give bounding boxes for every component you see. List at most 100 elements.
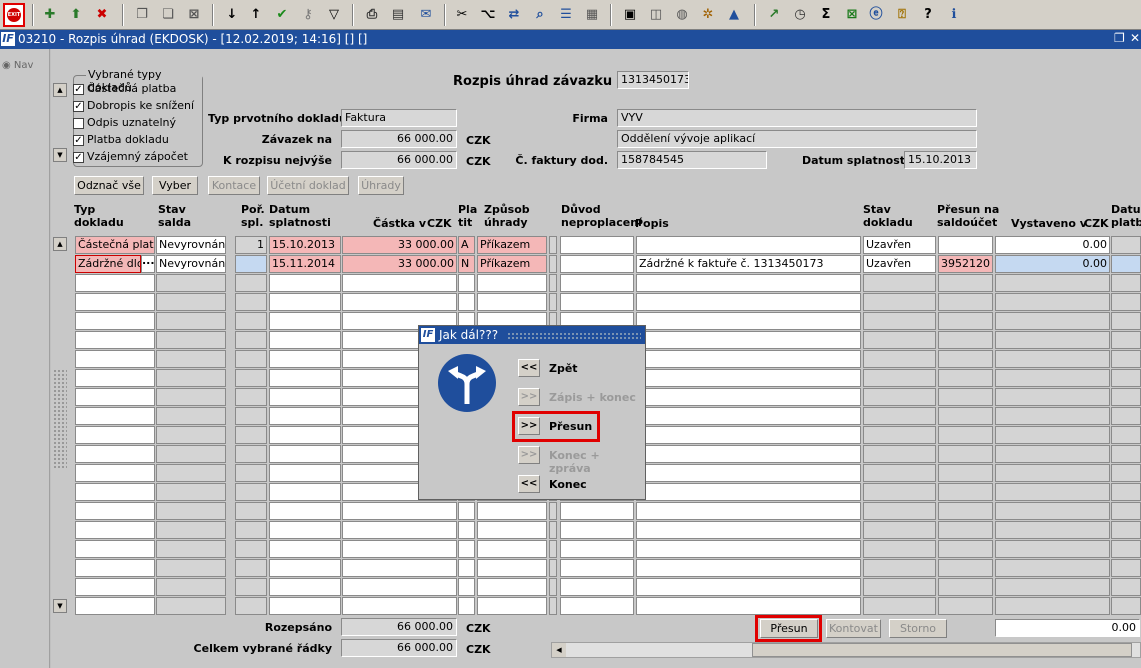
settings-icon[interactable]: ✲ — [698, 5, 718, 25]
grid-empty-cell[interactable] — [636, 312, 861, 330]
grid-empty-cell[interactable] — [863, 559, 936, 577]
grid-empty-cell[interactable] — [1111, 426, 1141, 444]
grid-empty-cell[interactable] — [1111, 502, 1141, 520]
grid-empty-cell[interactable] — [269, 597, 341, 615]
grid-empty-cell[interactable] — [269, 274, 341, 292]
grid-empty-cell[interactable] — [938, 559, 993, 577]
grid-empty-cell[interactable] — [549, 274, 557, 292]
list-icon[interactable]: ☰ — [556, 5, 576, 25]
grid-empty-cell[interactable] — [1111, 483, 1141, 501]
grid-empty-cell[interactable] — [863, 293, 936, 311]
restore-icon[interactable]: ❐ — [1114, 31, 1125, 45]
grid-empty-cell[interactable] — [156, 502, 226, 520]
grid-empty-cell[interactable] — [863, 312, 936, 330]
grid-empty-cell[interactable] — [863, 540, 936, 558]
grid-empty-cell[interactable] — [342, 521, 457, 539]
row1-presun[interactable] — [938, 236, 993, 254]
grid-empty-cell[interactable] — [269, 407, 341, 425]
grid-empty-cell[interactable] — [938, 312, 993, 330]
grid-scroll-down-icon[interactable]: ▼ — [53, 599, 67, 613]
grid-empty-cell[interactable] — [269, 350, 341, 368]
grid-empty-cell[interactable] — [477, 274, 547, 292]
horizontal-scrollbar[interactable]: ◀ — [551, 642, 1141, 658]
grid-empty-cell[interactable] — [863, 388, 936, 406]
grid-empty-cell[interactable] — [863, 502, 936, 520]
checkbox-castecna-platba[interactable]: ✓ Částečná platba — [73, 82, 176, 98]
grid-empty-cell[interactable] — [235, 578, 267, 596]
row1-datum-platby[interactable] — [1111, 236, 1141, 254]
calendar-icon[interactable]: ▣ — [620, 5, 640, 25]
row1-por[interactable]: 1 — [235, 236, 267, 254]
grid-empty-cell[interactable] — [549, 293, 557, 311]
grid-empty-cell[interactable] — [636, 578, 861, 596]
grid-empty-cell[interactable] — [1111, 597, 1141, 615]
grid-empty-cell[interactable] — [269, 293, 341, 311]
grid-empty-cell[interactable] — [636, 464, 861, 482]
grid-empty-cell[interactable] — [636, 597, 861, 615]
grid-empty-cell[interactable] — [560, 502, 634, 520]
grid-empty-cell[interactable] — [458, 274, 475, 292]
checkbox-platba-dokladu[interactable]: ✓ Platba dokladu — [73, 133, 169, 149]
close-icon[interactable]: ✕ — [1130, 31, 1140, 45]
grid-empty-cell[interactable] — [560, 540, 634, 558]
checkbox-box[interactable]: ✓ — [73, 134, 84, 146]
grid-empty-cell[interactable] — [156, 483, 226, 501]
grid-empty-cell[interactable] — [863, 407, 936, 425]
grid-empty-cell[interactable] — [235, 483, 267, 501]
konec-zprava-button[interactable]: >> — [518, 446, 540, 464]
zapis-konec-button[interactable]: >> — [518, 388, 540, 406]
grid-empty-cell[interactable] — [549, 597, 557, 615]
grid-empty-cell[interactable] — [995, 274, 1110, 292]
duplicate-icon[interactable]: ❏ — [158, 5, 178, 25]
row1-stav-dokladu[interactable]: Uzavřen — [863, 236, 936, 254]
row2-ellipsis-button[interactable]: ... — [141, 255, 155, 273]
grid-empty-cell[interactable] — [235, 521, 267, 539]
grid-empty-cell[interactable] — [477, 521, 547, 539]
grid-empty-cell[interactable] — [938, 483, 993, 501]
grid-empty-cell[interactable] — [938, 350, 993, 368]
mail-icon[interactable]: ✉ — [416, 5, 436, 25]
grid-empty-cell[interactable] — [235, 540, 267, 558]
grid-empty-cell[interactable] — [75, 369, 155, 387]
row1-popis[interactable] — [636, 236, 861, 254]
grid-scroll-up-icon[interactable]: ▲ — [53, 237, 67, 251]
grid-empty-cell[interactable] — [269, 521, 341, 539]
grid-empty-cell[interactable] — [156, 559, 226, 577]
row1-castka[interactable]: 33 000.00 — [342, 236, 457, 254]
grid-empty-cell[interactable] — [342, 597, 457, 615]
grid-empty-cell[interactable] — [75, 502, 155, 520]
grid-empty-cell[interactable] — [235, 350, 267, 368]
grid-empty-cell[interactable] — [995, 559, 1110, 577]
grid-empty-cell[interactable] — [863, 464, 936, 482]
grid-empty-cell[interactable] — [995, 407, 1110, 425]
grid-empty-cell[interactable] — [75, 578, 155, 596]
grid-empty-cell[interactable] — [636, 407, 861, 425]
checkbox-box[interactable]: ✓ — [73, 100, 84, 112]
grid-empty-cell[interactable] — [636, 369, 861, 387]
grid-empty-cell[interactable] — [995, 521, 1110, 539]
grid-empty-cell[interactable] — [636, 350, 861, 368]
grid-empty-cell[interactable] — [342, 559, 457, 577]
grid-empty-cell[interactable] — [75, 483, 155, 501]
checkbox-dobropis[interactable]: ✓ Dobropis ke snížení — [73, 99, 194, 115]
grid-empty-cell[interactable] — [995, 464, 1110, 482]
grid-empty-cell[interactable] — [1111, 578, 1141, 596]
grid-empty-cell[interactable] — [156, 293, 226, 311]
grid-empty-cell[interactable] — [156, 331, 226, 349]
filter-icon[interactable]: ▽ — [324, 5, 344, 25]
grid-empty-cell[interactable] — [938, 597, 993, 615]
grid-empty-cell[interactable] — [342, 293, 457, 311]
odznac-vse-button[interactable]: Odznač vše — [74, 176, 144, 195]
grid-empty-cell[interactable] — [1111, 407, 1141, 425]
grid-empty-cell[interactable] — [235, 597, 267, 615]
copy-icon[interactable]: ❐ — [132, 5, 152, 25]
grid-empty-cell[interactable] — [75, 312, 155, 330]
grid-empty-cell[interactable] — [1111, 464, 1141, 482]
grid-empty-cell[interactable] — [863, 578, 936, 596]
nav-toggle[interactable]: ◉ Nav — [2, 60, 33, 71]
grid-empty-cell[interactable] — [235, 407, 267, 425]
grid-empty-cell[interactable] — [269, 312, 341, 330]
print-icon[interactable]: ⎙ — [362, 5, 382, 25]
grid-empty-cell[interactable] — [863, 597, 936, 615]
row2-popis[interactable]: Zádržné k faktuře č. 1313450173 — [636, 255, 861, 273]
